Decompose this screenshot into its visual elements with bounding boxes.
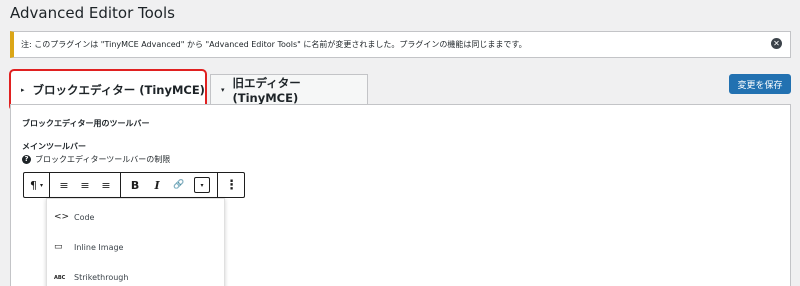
toolbar-group-align: ≡ ≡ ≡ [50,173,122,197]
menu-item-strikethrough-label: Strikethrough [74,273,129,282]
main-toolbar-title: メインツールバー [22,142,86,151]
menu-item-code-label: Code [74,212,95,222]
toolbar-group-format: B I 🔗 ▾ [121,173,219,197]
tab-classic-editor-label: 旧エディター (TinyMCE) [232,76,301,105]
chevron-down-icon[interactable]: ▾ [40,173,43,197]
menu-item-inline-image[interactable]: ▭ Inline Image [54,242,123,252]
menu-item-strikethrough[interactable]: ABC Strikethrough [54,273,128,282]
more-options-icon[interactable]: ⋮ [225,173,238,197]
section-title: ブロックエディター用のツールバー [22,119,150,128]
strikethrough-icon: ABC [54,274,66,281]
paragraph-icon[interactable]: ¶ [30,173,37,197]
menu-item-inline-image-label: Inline Image [74,242,124,252]
italic-icon[interactable]: I [146,173,168,197]
close-circle-icon[interactable]: ✕ [771,38,782,49]
help-text: ブロックエディターツールバーの制限 [35,155,171,164]
toolbar-group-options: ⋮ [218,173,245,197]
format-dropdown-menu: <> Code ▭ Inline Image ABC Strikethrough [46,198,225,286]
menu-item-code[interactable]: <> Code [54,212,94,222]
align-center-icon[interactable]: ≡ [74,173,96,197]
link-icon[interactable]: 🔗 [168,173,190,197]
more-formats-dropdown-icon[interactable]: ▾ [194,177,211,193]
tab-block-editor-label: ブロックエディター (TinyMCE) [32,83,205,97]
help-row: ? ブロックエディターツールバーの制限 [22,154,170,165]
tab-classic-editor[interactable]: ▾ 旧エディター (TinyMCE) [210,74,368,105]
rename-notice: 注: このプラグインは "TinyMCE Advanced" から "Advan… [10,31,791,58]
page-title: Advanced Editor Tools [10,4,175,22]
code-icon: <> [54,212,70,222]
caret-down-icon: ▾ [221,86,225,94]
bold-icon[interactable]: B [124,173,146,197]
align-left-icon[interactable]: ≡ [54,173,74,197]
caret-right-icon: ▸ [21,86,25,94]
toolbar-group-paragraph: ¶ ▾ [24,173,51,197]
save-changes-button[interactable]: 変更を保存 [729,74,791,94]
inline-image-icon: ▭ [54,242,63,252]
align-right-icon[interactable]: ≡ [96,173,116,197]
help-icon[interactable]: ? [22,155,31,164]
notice-text: 注: このプラグインは "TinyMCE Advanced" から "Advan… [21,40,527,49]
block-toolbar-preview: ¶ ▾ ≡ ≡ ≡ B I 🔗 ▾ ⋮ [23,172,245,198]
